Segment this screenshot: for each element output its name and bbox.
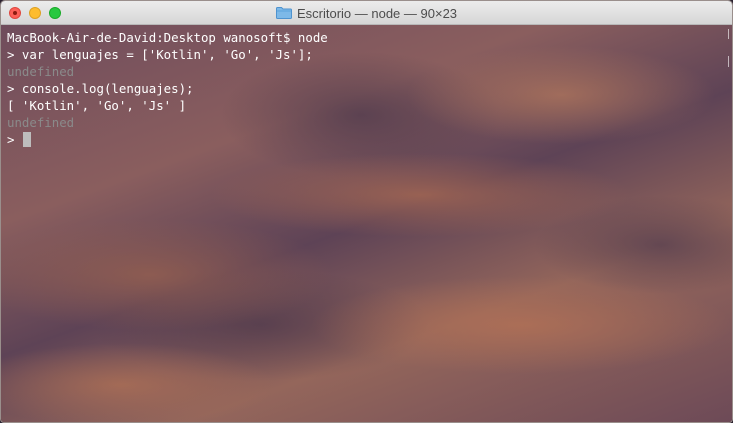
prompt-line[interactable]: > — [7, 131, 328, 148]
scroll-marker-mid — [728, 56, 729, 67]
folder-icon — [275, 7, 292, 19]
terminal-line: > var lenguajes = ['Kotlin', 'Go', 'Js']… — [7, 47, 313, 62]
terminal-line: MacBook-Air-de-David:Desktop wanosoft$ n… — [7, 30, 328, 45]
terminal-line: undefined — [7, 64, 75, 79]
window-title-text: Escritorio — node — 90×23 — [296, 5, 458, 21]
terminal-line: [ 'Kotlin', 'Go', 'Js' ] — [7, 98, 187, 113]
prompt-symbol: > — [7, 132, 22, 147]
scroll-marker-top — [728, 29, 729, 39]
terminal-content[interactable]: MacBook-Air-de-David:Desktop wanosoft$ n… — [1, 25, 732, 422]
window-title: Escritorio — node — 90×23 — [1, 1, 732, 25]
terminal-window: Escritorio — node — 90×23 MacBook-Air-de… — [0, 0, 733, 423]
title-bar[interactable]: Escritorio — node — 90×23 — [1, 1, 732, 25]
terminal-line: > console.log(lenguajes); — [7, 81, 194, 96]
text-cursor — [22, 132, 31, 147]
terminal-line: undefined — [7, 115, 75, 130]
terminal-output: MacBook-Air-de-David:Desktop wanosoft$ n… — [7, 29, 328, 148]
